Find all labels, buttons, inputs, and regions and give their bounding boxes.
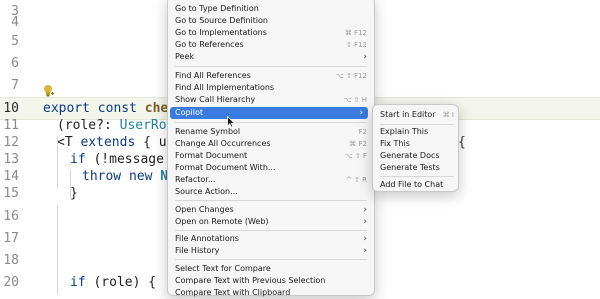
menu-item-format-document-with[interactable]: Format Document With... bbox=[175, 162, 367, 174]
chevron-right-icon: › bbox=[363, 246, 367, 256]
menu-item-label: Go to References bbox=[175, 40, 244, 49]
indent-guide bbox=[70, 170, 71, 198]
menu-separator bbox=[380, 176, 454, 177]
menu-item-label: File History bbox=[175, 246, 220, 255]
menu-item-open-changes[interactable]: Open Changes › bbox=[175, 204, 367, 216]
menu-item-label: Explain This bbox=[380, 127, 429, 136]
menu-item-label: File Annotations bbox=[175, 234, 239, 243]
context-menu: Go to Type Definition Go to Source Defin… bbox=[167, 0, 375, 299]
menu-item-label: Open Changes bbox=[175, 205, 234, 214]
menu-item-start-in-editor[interactable]: Start in Editor ⌘ I bbox=[380, 109, 454, 121]
line-number: 18 bbox=[3, 253, 19, 268]
shortcut-hint: ⌘ F12 bbox=[344, 29, 367, 37]
shortcut-hint: F2 bbox=[358, 128, 367, 136]
menu-item-label: Compare Text with Previous Selection bbox=[175, 276, 326, 285]
code-line-15: } bbox=[70, 182, 78, 205]
menu-item-find-all-implementations[interactable]: Find All Implementations bbox=[175, 82, 367, 94]
line-number: 7 bbox=[11, 78, 19, 93]
menu-separator bbox=[175, 230, 367, 231]
menu-item-generate-docs[interactable]: Generate Docs bbox=[380, 150, 454, 162]
chevron-right-icon: › bbox=[363, 205, 367, 215]
line-number: 20 bbox=[3, 275, 19, 290]
shortcut-hint: ⇧ F12 bbox=[345, 41, 367, 49]
menu-item-label: Find All References bbox=[175, 71, 251, 80]
menu-item-label: Change All Occurrences bbox=[175, 139, 271, 148]
menu-item-find-all-references[interactable]: Find All References ⌥ ⇧ F12 bbox=[175, 70, 367, 82]
code-token: } bbox=[70, 186, 78, 201]
menu-item-explain-this[interactable]: Explain This bbox=[380, 126, 454, 138]
menu-item-go-to-source-definition[interactable]: Go to Source Definition bbox=[175, 15, 367, 27]
menu-item-generate-tests[interactable]: Generate Tests bbox=[380, 162, 454, 174]
mouse-pointer-icon bbox=[227, 113, 236, 128]
menu-separator bbox=[175, 122, 367, 123]
line-number: 15 bbox=[3, 186, 19, 201]
menu-item-go-to-type-definition[interactable]: Go to Type Definition bbox=[175, 3, 367, 15]
menu-item-label: Format Document With... bbox=[175, 163, 276, 172]
menu-item-label: Find All Implementations bbox=[175, 83, 275, 92]
shortcut-hint: ⌘ I bbox=[442, 111, 454, 119]
menu-separator bbox=[175, 259, 367, 260]
indent-guide bbox=[57, 205, 58, 294]
menu-item-refactor[interactable]: Refactor... ^ ⇧ R bbox=[175, 174, 367, 186]
menu-item-change-all-occurrences[interactable]: Change All Occurrences ⌘ F2 bbox=[175, 138, 367, 150]
menu-item-copilot[interactable]: Copilot › bbox=[170, 107, 368, 119]
shortcut-hint: ⌘ F2 bbox=[349, 140, 367, 148]
lightbulb-icon[interactable] bbox=[42, 83, 56, 97]
menu-item-label: Go to Implementations bbox=[175, 28, 267, 37]
menu-item-label: Select Text for Compare bbox=[175, 264, 271, 273]
menu-item-compare-with-previous[interactable]: Compare Text with Previous Selection bbox=[175, 275, 367, 287]
menu-item-label: Source Action... bbox=[175, 187, 238, 196]
menu-separator bbox=[380, 124, 454, 125]
menu-separator bbox=[175, 66, 367, 67]
menu-item-rename-symbol[interactable]: Rename Symbol F2 bbox=[175, 126, 367, 138]
chevron-right-icon: › bbox=[363, 52, 367, 62]
shortcut-hint: ⌥ ⇧ F12 bbox=[335, 72, 367, 80]
menu-item-open-on-remote[interactable]: Open on Remote (Web) › bbox=[175, 216, 367, 228]
code-token: if bbox=[70, 275, 86, 290]
shortcut-hint: ⌥ ⇧ F bbox=[344, 152, 367, 160]
shortcut-hint: ^ ⇧ R bbox=[345, 176, 367, 184]
menu-item-label: Compare Text with Clipboard bbox=[175, 288, 291, 297]
menu-item-label: Go to Source Definition bbox=[175, 16, 268, 25]
code-line-20: if (role) { bbox=[70, 271, 156, 294]
menu-item-go-to-implementations[interactable]: Go to Implementations ⌘ F12 bbox=[175, 27, 367, 39]
menu-item-fix-this[interactable]: Fix This bbox=[380, 138, 454, 150]
menu-item-select-text-for-compare[interactable]: Select Text for Compare bbox=[175, 263, 367, 275]
chevron-right-icon: › bbox=[359, 108, 363, 118]
menu-item-add-file-to-chat[interactable]: Add File to Chat bbox=[380, 179, 454, 191]
menu-item-label: Generate Tests bbox=[380, 163, 440, 172]
menu-item-label: Start in Editor bbox=[380, 110, 436, 119]
menu-item-peek[interactable]: Peek › bbox=[175, 51, 367, 63]
menu-item-file-annotations[interactable]: File Annotations › bbox=[175, 233, 367, 245]
chevron-right-icon: › bbox=[363, 217, 367, 227]
line-number: 17 bbox=[3, 231, 19, 246]
menu-item-label: Fix This bbox=[380, 139, 410, 148]
line-number: 5 bbox=[11, 34, 19, 49]
copilot-submenu: Start in Editor ⌘ I Explain This Fix This… bbox=[372, 104, 459, 192]
indent-guide bbox=[57, 137, 58, 189]
menu-item-file-history[interactable]: File History › bbox=[175, 245, 367, 257]
menu-item-compare-with-clipboard[interactable]: Compare Text with Clipboard bbox=[175, 287, 367, 299]
menu-separator bbox=[175, 200, 367, 201]
menu-item-label: Add File to Chat bbox=[380, 180, 444, 189]
chevron-right-icon: › bbox=[363, 234, 367, 244]
menu-item-label: Format Document bbox=[175, 151, 248, 160]
menu-item-go-to-references[interactable]: Go to References ⇧ F12 bbox=[175, 39, 367, 51]
shortcut-hint: ⌥ ⇧ H bbox=[343, 96, 367, 104]
menu-item-source-action[interactable]: Source Action... bbox=[175, 186, 367, 198]
code-token: (role) { bbox=[85, 275, 157, 290]
line-number: 6 bbox=[11, 56, 19, 71]
menu-item-show-call-hierarchy[interactable]: Show Call Hierarchy ⌥ ⇧ H bbox=[175, 94, 367, 106]
line-number: 16 bbox=[3, 209, 19, 224]
menu-item-label: Generate Docs bbox=[380, 151, 440, 160]
menu-item-label: Go to Type Definition bbox=[175, 4, 259, 13]
menu-item-label: Show Call Hierarchy bbox=[175, 95, 256, 104]
menu-item-format-document[interactable]: Format Document ⌥ ⇧ F bbox=[175, 150, 367, 162]
menu-item-label: Copilot bbox=[175, 108, 204, 117]
menu-item-label: Open on Remote (Web) bbox=[175, 217, 269, 226]
menu-item-label: Refactor... bbox=[175, 175, 216, 184]
menu-item-label: Peek bbox=[175, 52, 195, 61]
